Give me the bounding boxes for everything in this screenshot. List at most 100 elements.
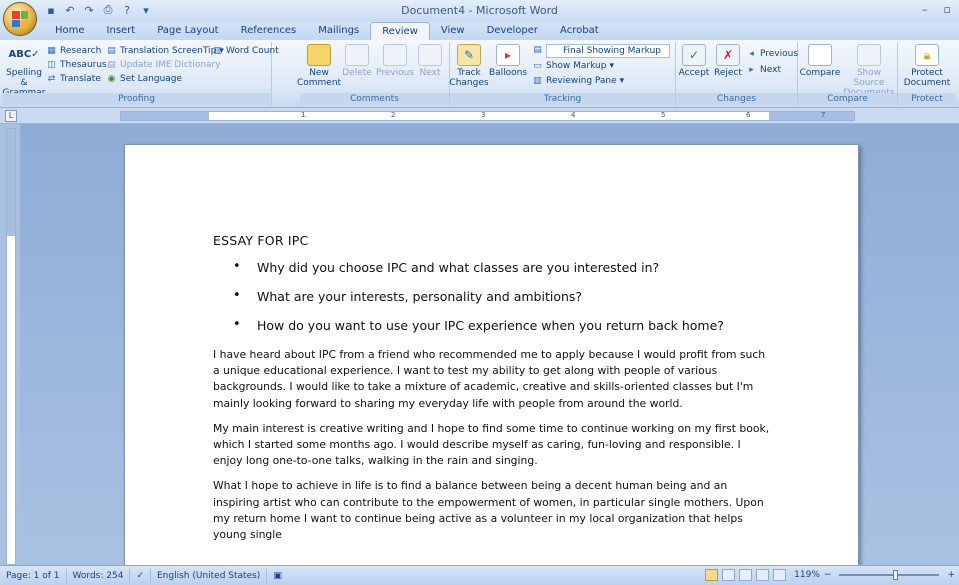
office-button[interactable] [3,2,37,36]
tab-view[interactable]: View [430,22,476,40]
compare-group: Compare Show Source Documents Compare [798,42,898,106]
page-count[interactable]: Page: 1 of 1 [0,568,67,583]
tab-acrobat[interactable]: Acrobat [549,22,610,40]
comments-group: New Comment Delete Previous Next Comment… [297,42,450,106]
zoom-out-button[interactable]: − [824,570,832,580]
view-and-zoom-controls: 119% − + [705,569,955,581]
changes-group-label: Changes [676,93,797,105]
protect-document-button[interactable]: 🔒︎ Protect Document [904,44,950,88]
document-workspace: ESSAY FOR IPC Why did you choose IPC and… [20,124,959,565]
set-language-button[interactable]: ◉ Set Language [106,73,183,84]
tab-home[interactable]: Home [44,22,96,40]
ribbon-tabs: Home Insert Page Layout References Mailings R… [0,22,959,40]
compare-button[interactable]: Compare [800,44,840,78]
ruler-number: 1 [301,111,306,119]
accept-button[interactable]: ✓ Accept [678,44,710,78]
reviewing-pane-button[interactable]: ▥ Reviewing Pane ▾ [532,75,624,86]
word-count-icon: ▥ [213,45,222,56]
research-button[interactable]: ▦ Research [46,45,101,56]
web-layout-view-button[interactable] [739,569,753,581]
zoom-slider[interactable] [839,570,940,580]
reject-button[interactable]: ✗ Reject [712,44,744,78]
outline-view-button[interactable] [756,569,770,581]
next-change-icon: ▸ [749,64,754,75]
full-screen-reading-view-button[interactable] [722,569,736,581]
next-comment-button[interactable]: Next [416,44,444,78]
translate-button[interactable]: ⇄ Translate [46,73,101,84]
translation-screentip-button[interactable]: ▤ Translation ScreenTip ▾ [106,45,224,56]
balloons-button[interactable]: ▸ Balloons [488,44,528,78]
window-controls: – ▫ [922,3,951,16]
update-ime-dictionary-button[interactable]: ▤ Update IME Dictionary [106,59,220,70]
maximize-button[interactable]: ▫ [944,3,951,16]
language-indicator[interactable]: English (United States) [151,568,268,583]
ribbon: ABC✓ Spelling & Grammar ▦ Research ◫ The… [0,40,959,108]
office-logo-icon [12,11,28,27]
screentip-label: Translation ScreenTip [120,45,217,56]
reject-icon: ✗ [716,44,740,66]
tab-mailings[interactable]: Mailings [307,22,370,40]
paragraph: What I hope to achieve in life is to fin… [213,479,764,542]
chevron-down-icon: ▾ [609,60,615,71]
spelling-grammar-button[interactable]: ABC✓ Spelling & Grammar [3,44,46,99]
tab-review[interactable]: Review [370,22,430,40]
zoom-slider-thumb[interactable] [893,570,899,580]
status-bar: Page: 1 of 1 Words: 254 ✓ English (Unite… [0,565,959,585]
list-item: How do you want to use your IPC experien… [233,317,773,333]
left-margin-marker [121,112,209,120]
display-review-icon: ▤ [533,44,542,55]
next-change-button[interactable]: ▸ Next [746,64,781,75]
ruler-number: 2 [391,111,396,119]
tab-page-layout[interactable]: Page Layout [146,22,229,40]
horizontal-ruler[interactable]: 1 2 3 4 5 6 7 [120,111,855,121]
tab-developer[interactable]: Developer [476,22,549,40]
ime-dictionary-icon: ▤ [107,59,116,70]
track-changes-button[interactable]: ✎ Track Changes [449,44,489,88]
compare-icon [808,44,832,66]
track-changes-icon: ✎ [457,44,481,66]
zoom-level[interactable]: 119% [794,570,820,580]
display-for-review-icon-wrap: ▤ [532,44,543,55]
macro-record-icon[interactable]: ▣ [267,569,288,583]
word-count[interactable]: Words: 254 [67,568,131,583]
thesaurus-button[interactable]: ◫ Thesaurus [46,59,107,70]
print-layout-view-button[interactable] [705,569,719,581]
ruler-number: 3 [481,111,486,119]
new-comment-button[interactable]: New Comment [297,44,341,88]
tab-selector-icon[interactable]: L [5,110,17,122]
previous-comment-icon [383,44,407,66]
vertical-ruler[interactable] [6,128,16,565]
minimize-button[interactable]: – [922,3,928,16]
document-page[interactable]: ESSAY FOR IPC Why did you choose IPC and… [124,144,859,565]
right-margin-marker [769,112,854,120]
proofing-status-icon[interactable]: ✓ [130,568,151,583]
previous-comment-button[interactable]: Previous [376,44,414,78]
delete-comment-button[interactable]: Delete [340,44,374,78]
next-comment-icon [418,44,442,66]
next-change-label: Next [760,64,781,75]
window-title: Document4 - Microsoft Word [401,4,558,17]
accept-icon: ✓ [682,44,706,66]
globe-icon: ◉ [107,73,116,84]
comments-group-label: Comments [300,93,449,105]
protect-group-label: Protect [898,93,956,105]
previous-change-icon: ◂ [749,48,754,59]
zoom-in-button[interactable]: + [947,570,955,580]
track-changes-label: Track Changes [449,68,489,88]
word-count-button[interactable]: ▥ Word Count [212,45,279,56]
document-body[interactable]: ESSAY FOR IPC Why did you choose IPC and… [213,233,773,552]
ruler-number: 7 [821,111,826,119]
show-source-documents-button[interactable]: Show Source Documents [842,44,896,98]
draft-view-button[interactable] [773,569,787,581]
ruler-number: 4 [571,111,576,119]
proofing-group: ABC✓ Spelling & Grammar ▦ Research ◫ The… [2,42,279,106]
tab-references[interactable]: References [230,22,308,40]
show-markup-button[interactable]: ▭ Show Markup ▾ [532,60,614,71]
display-for-review-dropdown[interactable]: Final Showing Markup [546,44,670,58]
chevron-down-icon: ▾ [619,75,625,86]
title-bar: ▪ ↶ ↷ ⎙ ? ▾ Document4 - Microsoft Word –… [0,0,959,22]
tab-insert[interactable]: Insert [96,22,147,40]
previous-change-button[interactable]: ◂ Previous [746,48,798,59]
essay-heading: ESSAY FOR IPC [213,233,309,248]
reviewing-pane-label: Reviewing Pane [546,75,617,86]
